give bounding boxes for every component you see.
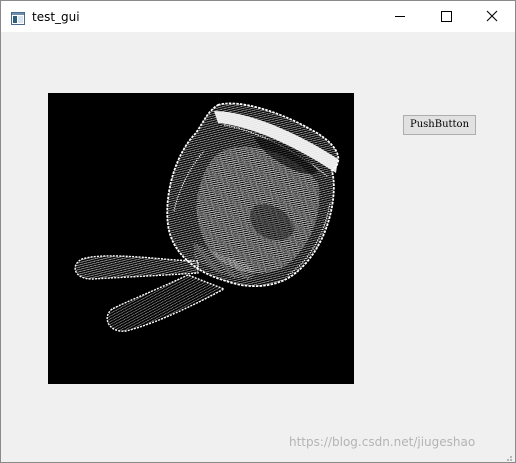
point-cloud-viewer[interactable] bbox=[48, 93, 354, 384]
ear-left bbox=[74, 255, 199, 280]
minimize-button[interactable] bbox=[377, 1, 423, 32]
push-button[interactable]: PushButton bbox=[403, 115, 476, 135]
title-bar[interactable]: test_gui bbox=[1, 1, 515, 32]
minimize-icon bbox=[395, 16, 405, 17]
client-area: PushButton https://blog.csdn.net/jiugesh… bbox=[1, 32, 515, 462]
maximize-icon bbox=[441, 11, 452, 22]
application-window: test_gui PushButton https://blog.csdn.ne… bbox=[0, 0, 516, 463]
close-button[interactable] bbox=[469, 1, 515, 32]
ear-right bbox=[106, 274, 226, 332]
app-window-icon bbox=[11, 10, 25, 25]
close-icon bbox=[486, 10, 498, 22]
resize-grip-icon[interactable] bbox=[503, 450, 513, 461]
watermark-text: https://blog.csdn.net/jiugeshao bbox=[289, 435, 476, 449]
bunny-point-cloud-render bbox=[74, 102, 340, 332]
maximize-button[interactable] bbox=[423, 1, 469, 32]
window-title: test_gui bbox=[32, 10, 80, 24]
